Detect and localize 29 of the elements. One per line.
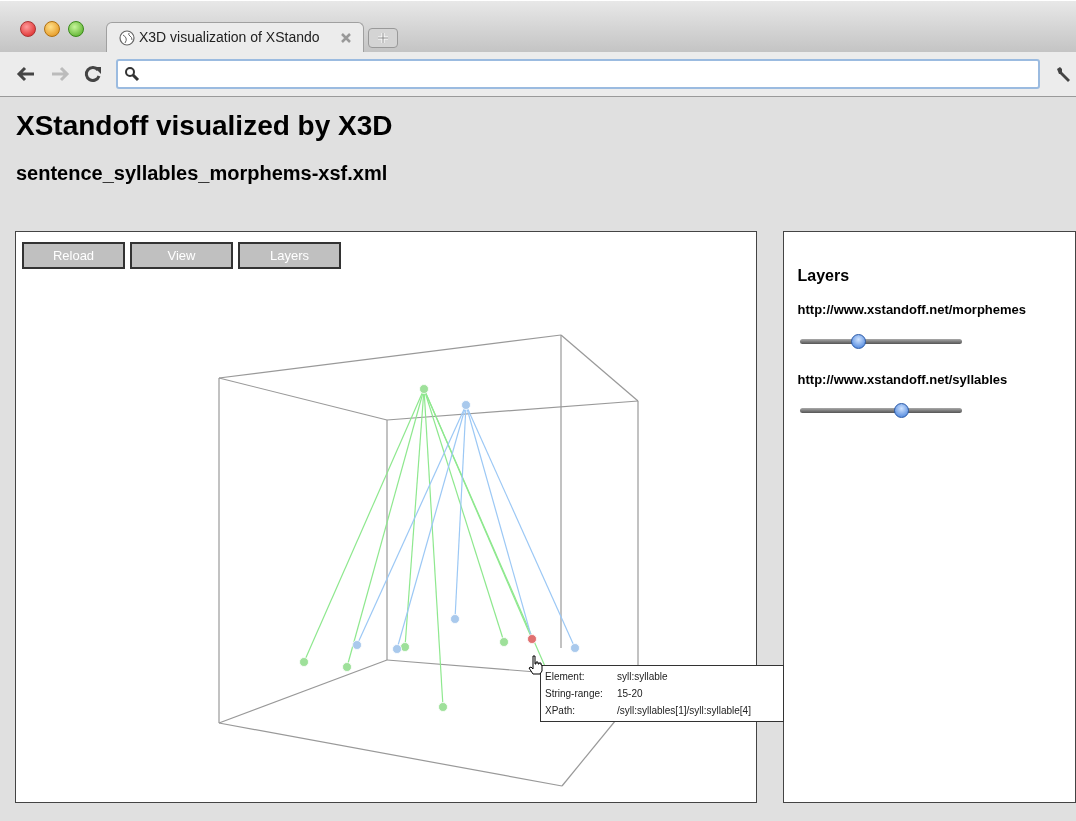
- plus-icon: [377, 32, 389, 44]
- toolbar-button[interactable]: Reload: [22, 242, 125, 269]
- search-icon: [124, 66, 140, 82]
- new-tab-button[interactable]: [368, 28, 398, 48]
- reload-icon[interactable]: [84, 65, 102, 83]
- layer-url: http://www.xstandoff.net/morphemes: [797, 301, 1028, 319]
- toolbar-button[interactable]: Layers: [238, 242, 341, 269]
- slider-thumb[interactable]: [851, 333, 866, 349]
- slider-track[interactable]: [799, 403, 962, 418]
- minimize-window-icon[interactable]: [44, 21, 60, 37]
- close-icon[interactable]: [341, 32, 351, 43]
- tooltip-value: syll:syllable: [617, 670, 669, 684]
- tooltip-label: Element:: [545, 670, 586, 684]
- slider-track[interactable]: [799, 333, 962, 349]
- zoom-window-icon[interactable]: [68, 21, 84, 37]
- close-window-icon[interactable]: [20, 21, 36, 37]
- browser-tab[interactable]: X3D visualization of XStando: [106, 22, 364, 52]
- tooltip-value: /syll:syllables[1]/syll:syllable[4]: [617, 704, 752, 718]
- panel-title: Layers: [797, 266, 851, 286]
- file-name-heading: sentence_syllables_morphems-xsf.xml: [16, 161, 389, 185]
- tab-title: X3D visualization of XStando: [139, 28, 320, 47]
- slider-thumb[interactable]: [893, 403, 909, 418]
- tooltip-label: String-range:: [545, 687, 604, 701]
- tooltip-value: 15-20: [617, 687, 644, 701]
- page-title: XStandoff visualized by X3D: [16, 109, 394, 143]
- toolbar-button[interactable]: View: [130, 242, 233, 269]
- tooltip-label: XPath:: [545, 704, 577, 718]
- layer-url: http://www.xstandoff.net/syllables: [797, 370, 1009, 389]
- back-arrow-icon[interactable]: [16, 66, 36, 82]
